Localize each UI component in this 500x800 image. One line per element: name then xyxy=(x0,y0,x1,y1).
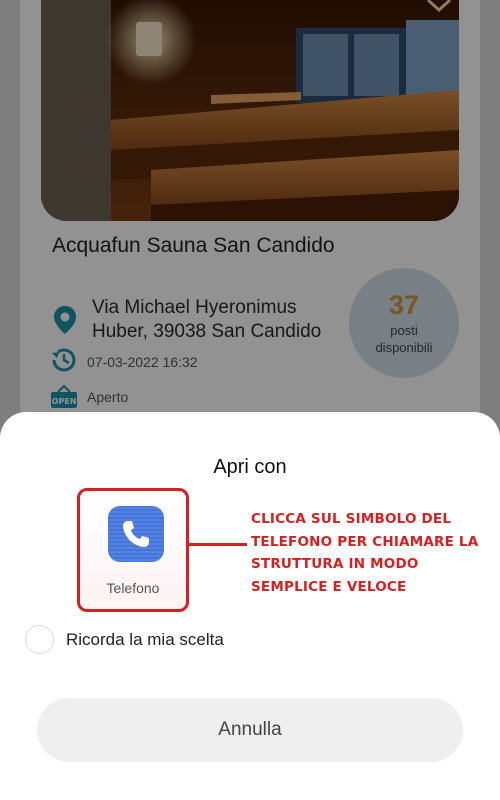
remember-choice-option[interactable]: Ricorda la mia scelta xyxy=(25,625,224,654)
instruction-annotation: CLICCA SUL SIMBOLO DEL TELEFONO PER CHIA… xyxy=(251,511,479,595)
phone-icon[interactable] xyxy=(108,506,164,562)
cancel-button[interactable]: Annulla xyxy=(37,698,463,762)
remember-radio[interactable] xyxy=(25,625,54,654)
phone-app-label: Telefono xyxy=(106,580,160,596)
phone-app-option[interactable]: Telefono xyxy=(77,488,189,612)
annotation-connector xyxy=(189,543,247,546)
remember-label: Ricorda la mia scelta xyxy=(66,629,224,649)
sheet-title: Apri con xyxy=(213,456,287,478)
